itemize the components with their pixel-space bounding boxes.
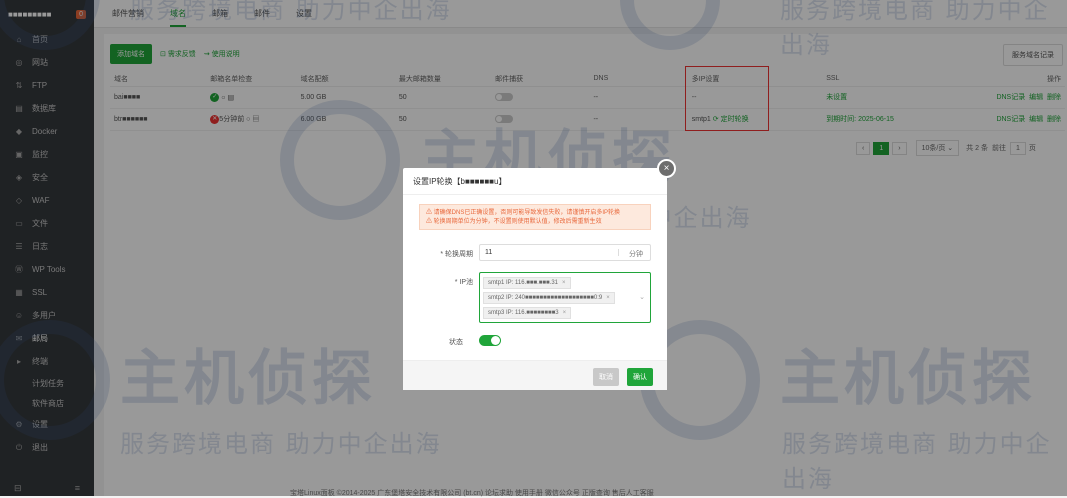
ip-tag: smtp3 IP: 116.■■■■■■■■3 ×	[483, 307, 572, 319]
ip-pool-label: * IP池	[454, 279, 473, 286]
period-label: * 轮换周期	[440, 251, 473, 258]
ip-rotation-dialog: 设置IP轮换【b■■■■■■u】 ⚠ 请确保DNS已正确设置，否则可能导致发信失…	[403, 168, 667, 390]
status-toggle[interactable]	[479, 335, 501, 346]
warning-box: ⚠ 请确保DNS已正确设置，否则可能导致发信失败，请谨慎开启多IP轮换 ⚠ 轮换…	[419, 204, 651, 230]
period-value: 11	[485, 249, 493, 256]
cancel-button[interactable]: 取消	[593, 368, 619, 386]
warning-icon: ⚠	[426, 219, 434, 225]
ip-tag: smtp2 IP: 240■■■■■■■■■■■■■■■■■■■0:9 ×	[483, 292, 615, 304]
period-unit: 分钟	[618, 249, 643, 258]
warning-icon: ⚠	[426, 210, 434, 216]
chevron-down-icon[interactable]: ⌄	[639, 293, 645, 301]
ip-pool-select[interactable]: smtp1 IP: 116.■■■.■■■.31 × smtp2 IP: 240■…	[479, 272, 651, 323]
warning-line-2: ⚠ 轮换周期单位为分钟，不设置则使用默认值，修改后需重新生效	[426, 219, 602, 225]
divider	[403, 194, 667, 195]
close-icon[interactable]: ×	[657, 159, 676, 178]
period-input[interactable]: 11 分钟	[479, 244, 651, 261]
status-label: 状态	[449, 339, 463, 346]
ip-tag: smtp1 IP: 116.■■■.■■■.31 ×	[483, 277, 571, 289]
remove-tag-icon[interactable]: ×	[606, 295, 610, 301]
confirm-button[interactable]: 确认	[627, 368, 653, 386]
remove-tag-icon[interactable]: ×	[562, 280, 566, 286]
dialog-footer: 取消 确认	[403, 360, 667, 390]
dialog-title: 设置IP轮换【b■■■■■■u】	[413, 177, 507, 186]
warning-line-1: ⚠ 请确保DNS已正确设置，否则可能导致发信失败，请谨慎开启多IP轮换	[426, 210, 621, 216]
remove-tag-icon[interactable]: ×	[563, 310, 567, 316]
